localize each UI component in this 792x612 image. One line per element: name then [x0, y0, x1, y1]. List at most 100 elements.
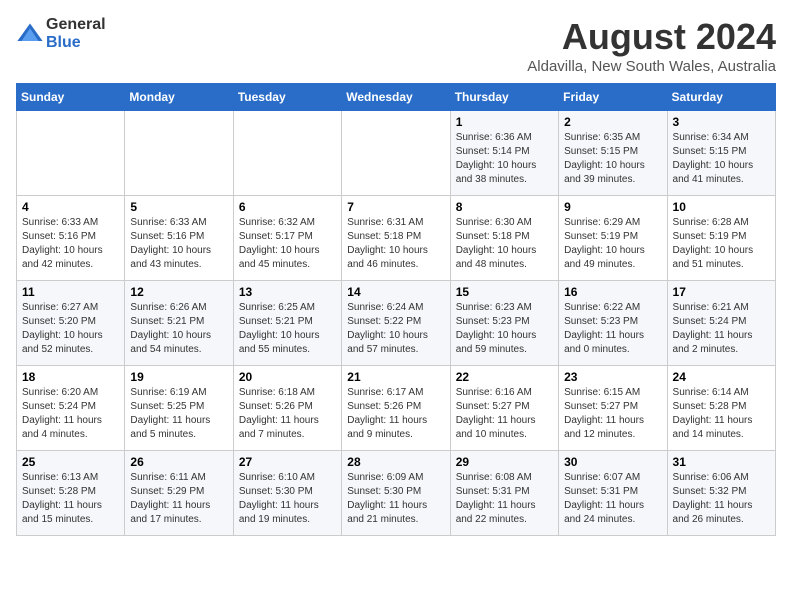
calendar-cell: 17 Sunrise: 6:21 AM Sunset: 5:24 PM Dayli…: [667, 281, 775, 366]
header-day-tuesday: Tuesday: [233, 84, 341, 111]
logo-general: General: [46, 16, 106, 34]
calendar-cell: 11 Sunrise: 6:27 AM Sunset: 5:20 PM Dayli…: [17, 281, 125, 366]
day-number: 11: [22, 285, 119, 299]
header-day-wednesday: Wednesday: [342, 84, 450, 111]
day-number: 22: [456, 370, 553, 384]
day-number: 30: [564, 455, 661, 469]
day-info: Sunrise: 6:31 AM Sunset: 5:18 PM Dayligh…: [347, 216, 444, 272]
day-number: 10: [673, 200, 770, 214]
day-info: Sunrise: 6:22 AM Sunset: 5:23 PM Dayligh…: [564, 301, 661, 357]
calendar-cell: [342, 111, 450, 196]
header-day-thursday: Thursday: [450, 84, 558, 111]
day-info: Sunrise: 6:27 AM Sunset: 5:20 PM Dayligh…: [22, 301, 119, 357]
calendar-cell: 8 Sunrise: 6:30 AM Sunset: 5:18 PM Daylig…: [450, 196, 558, 281]
day-info: Sunrise: 6:09 AM Sunset: 5:30 PM Dayligh…: [347, 471, 444, 527]
day-number: 12: [130, 285, 227, 299]
calendar-cell: 7 Sunrise: 6:31 AM Sunset: 5:18 PM Daylig…: [342, 196, 450, 281]
day-info: Sunrise: 6:20 AM Sunset: 5:24 PM Dayligh…: [22, 386, 119, 442]
day-info: Sunrise: 6:35 AM Sunset: 5:15 PM Dayligh…: [564, 131, 661, 187]
header-day-saturday: Saturday: [667, 84, 775, 111]
day-number: 9: [564, 200, 661, 214]
week-row-2: 4 Sunrise: 6:33 AM Sunset: 5:16 PM Daylig…: [17, 196, 776, 281]
day-info: Sunrise: 6:33 AM Sunset: 5:16 PM Dayligh…: [130, 216, 227, 272]
day-info: Sunrise: 6:18 AM Sunset: 5:26 PM Dayligh…: [239, 386, 336, 442]
calendar-cell: 21 Sunrise: 6:17 AM Sunset: 5:26 PM Dayli…: [342, 366, 450, 451]
day-info: Sunrise: 6:33 AM Sunset: 5:16 PM Dayligh…: [22, 216, 119, 272]
page-header: General Blue August 2024 Aldavilla, New …: [16, 16, 776, 75]
day-number: 2: [564, 115, 661, 129]
day-info: Sunrise: 6:23 AM Sunset: 5:23 PM Dayligh…: [456, 301, 553, 357]
calendar-cell: 27Sunrise: 6:10 AM Sunset: 5:30 PM Dayli…: [233, 451, 341, 536]
day-number: 3: [673, 115, 770, 129]
calendar-cell: 5Sunrise: 6:33 AM Sunset: 5:16 PM Daylig…: [125, 196, 233, 281]
day-number: 25: [22, 455, 119, 469]
calendar-cell: 14 Sunrise: 6:24 AM Sunset: 5:22 PM Dayli…: [342, 281, 450, 366]
calendar-cell: 9 Sunrise: 6:29 AM Sunset: 5:19 PM Daylig…: [559, 196, 667, 281]
calendar-cell: 6Sunrise: 6:32 AM Sunset: 5:17 PM Daylig…: [233, 196, 341, 281]
calendar-header: SundayMondayTuesdayWednesdayThursdayFrid…: [17, 84, 776, 111]
calendar-cell: 20 Sunrise: 6:18 AM Sunset: 5:26 PM Dayli…: [233, 366, 341, 451]
calendar-cell: 23 Sunrise: 6:15 AM Sunset: 5:27 PM Dayli…: [559, 366, 667, 451]
calendar-cell: 30 Sunrise: 6:07 AM Sunset: 5:31 PM Dayli…: [559, 451, 667, 536]
logo-text: General Blue: [46, 16, 106, 51]
day-number: 21: [347, 370, 444, 384]
day-number: 29: [456, 455, 553, 469]
calendar-cell: 2 Sunrise: 6:35 AM Sunset: 5:15 PM Daylig…: [559, 111, 667, 196]
calendar-cell: 16Sunrise: 6:22 AM Sunset: 5:23 PM Dayli…: [559, 281, 667, 366]
calendar-cell: 24Sunrise: 6:14 AM Sunset: 5:28 PM Dayli…: [667, 366, 775, 451]
day-number: 28: [347, 455, 444, 469]
day-info: Sunrise: 6:06 AM Sunset: 5:32 PM Dayligh…: [673, 471, 770, 527]
day-number: 13: [239, 285, 336, 299]
day-info: Sunrise: 6:26 AM Sunset: 5:21 PM Dayligh…: [130, 301, 227, 357]
calendar-cell: 4 Sunrise: 6:33 AM Sunset: 5:16 PM Daylig…: [17, 196, 125, 281]
calendar-cell: 28 Sunrise: 6:09 AM Sunset: 5:30 PM Dayli…: [342, 451, 450, 536]
day-number: 14: [347, 285, 444, 299]
day-number: 20: [239, 370, 336, 384]
day-info: Sunrise: 6:32 AM Sunset: 5:17 PM Dayligh…: [239, 216, 336, 272]
header-day-friday: Friday: [559, 84, 667, 111]
day-number: 7: [347, 200, 444, 214]
logo-blue: Blue: [46, 34, 106, 52]
main-title: August 2024: [527, 16, 776, 58]
day-info: Sunrise: 6:15 AM Sunset: 5:27 PM Dayligh…: [564, 386, 661, 442]
calendar-cell: 13 Sunrise: 6:25 AM Sunset: 5:21 PM Dayli…: [233, 281, 341, 366]
day-info: Sunrise: 6:30 AM Sunset: 5:18 PM Dayligh…: [456, 216, 553, 272]
day-number: 19: [130, 370, 227, 384]
calendar-cell: 1 Sunrise: 6:36 AM Sunset: 5:14 PM Daylig…: [450, 111, 558, 196]
calendar-cell: 12 Sunrise: 6:26 AM Sunset: 5:21 PM Dayli…: [125, 281, 233, 366]
calendar-table: SundayMondayTuesdayWednesdayThursdayFrid…: [16, 83, 776, 536]
day-number: 31: [673, 455, 770, 469]
calendar-cell: 31 Sunrise: 6:06 AM Sunset: 5:32 PM Dayli…: [667, 451, 775, 536]
day-info: Sunrise: 6:19 AM Sunset: 5:25 PM Dayligh…: [130, 386, 227, 442]
calendar-cell: 22Sunrise: 6:16 AM Sunset: 5:27 PM Dayli…: [450, 366, 558, 451]
day-info: Sunrise: 6:28 AM Sunset: 5:19 PM Dayligh…: [673, 216, 770, 272]
day-info: Sunrise: 6:07 AM Sunset: 5:31 PM Dayligh…: [564, 471, 661, 527]
day-number: 4: [22, 200, 119, 214]
header-day-sunday: Sunday: [17, 84, 125, 111]
calendar-cell: 18 Sunrise: 6:20 AM Sunset: 5:24 PM Dayli…: [17, 366, 125, 451]
day-info: Sunrise: 6:25 AM Sunset: 5:21 PM Dayligh…: [239, 301, 336, 357]
calendar-cell: 29 Sunrise: 6:08 AM Sunset: 5:31 PM Dayli…: [450, 451, 558, 536]
day-number: 26: [130, 455, 227, 469]
calendar-cell: 3Sunrise: 6:34 AM Sunset: 5:15 PM Daylig…: [667, 111, 775, 196]
calendar-cell: [233, 111, 341, 196]
day-number: 23: [564, 370, 661, 384]
day-info: Sunrise: 6:08 AM Sunset: 5:31 PM Dayligh…: [456, 471, 553, 527]
day-info: Sunrise: 6:13 AM Sunset: 5:28 PM Dayligh…: [22, 471, 119, 527]
day-number: 17: [673, 285, 770, 299]
day-info: Sunrise: 6:21 AM Sunset: 5:24 PM Dayligh…: [673, 301, 770, 357]
day-number: 18: [22, 370, 119, 384]
header-day-monday: Monday: [125, 84, 233, 111]
day-info: Sunrise: 6:29 AM Sunset: 5:19 PM Dayligh…: [564, 216, 661, 272]
week-row-4: 18 Sunrise: 6:20 AM Sunset: 5:24 PM Dayli…: [17, 366, 776, 451]
day-number: 24: [673, 370, 770, 384]
day-info: Sunrise: 6:10 AM Sunset: 5:30 PM Dayligh…: [239, 471, 336, 527]
day-info: Sunrise: 6:36 AM Sunset: 5:14 PM Dayligh…: [456, 131, 553, 187]
subtitle: Aldavilla, New South Wales, Australia: [527, 58, 776, 75]
day-info: Sunrise: 6:17 AM Sunset: 5:26 PM Dayligh…: [347, 386, 444, 442]
day-number: 8: [456, 200, 553, 214]
header-row: SundayMondayTuesdayWednesdayThursdayFrid…: [17, 84, 776, 111]
week-row-1: 1 Sunrise: 6:36 AM Sunset: 5:14 PM Daylig…: [17, 111, 776, 196]
day-info: Sunrise: 6:24 AM Sunset: 5:22 PM Dayligh…: [347, 301, 444, 357]
day-number: 1: [456, 115, 553, 129]
